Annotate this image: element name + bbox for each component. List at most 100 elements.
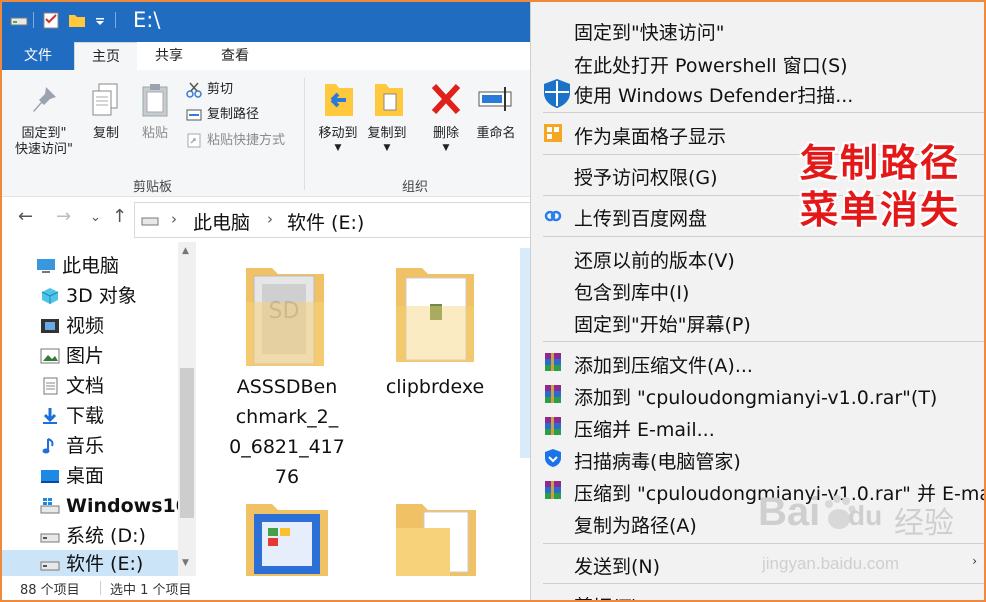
- nav-item-label: 文档: [66, 375, 105, 397]
- nav-item-downloads[interactable]: 下载: [40, 402, 104, 430]
- menu-item-open-powershell[interactable]: 在此处打开 Powershell 窗口(S): [531, 47, 984, 77]
- drive-icon: [40, 561, 60, 571]
- navigation-scrollbar[interactable]: ▲ ▼: [178, 242, 196, 576]
- nav-item-label: 桌面: [66, 465, 105, 487]
- folder-icon[interactable]: [394, 498, 478, 578]
- menu-item-label: 还原以前的版本(V): [574, 250, 735, 272]
- copy-to-dropdown-icon[interactable]: ▼: [377, 140, 397, 156]
- menu-item-label: 添加到压缩文件(A)...: [574, 355, 753, 377]
- breadcrumb-this-pc[interactable]: 此电脑: [193, 208, 250, 235]
- quick-access-dropdown-icon[interactable]: [94, 11, 106, 29]
- copy-path-button[interactable]: 复制路径: [207, 106, 259, 124]
- nav-item-windows10-drive[interactable]: Windows10: [40, 492, 189, 520]
- download-icon: [43, 408, 57, 424]
- nav-item-drive-d[interactable]: 系统 (D:): [40, 522, 146, 550]
- menu-item-label: 上传到百度网盘: [574, 208, 708, 230]
- menu-item-label: 固定到"开始"屏幕(P): [574, 314, 751, 336]
- rename-button[interactable]: 重命名: [470, 126, 522, 142]
- scroll-up-icon[interactable]: ▲: [182, 246, 189, 256]
- watermark-url: jingyan.baidu.com: [762, 554, 900, 573]
- menu-item-defender-scan[interactable]: 使用 Windows Defender扫描...: [531, 77, 984, 108]
- delete-dropdown-icon[interactable]: ▼: [436, 140, 456, 156]
- pin-quick-access-button[interactable]: 固定到" 快速访问": [8, 126, 80, 158]
- watermark-cn: 经验: [894, 506, 954, 541]
- nav-item-documents[interactable]: 文档: [40, 372, 104, 400]
- forward-arrow-icon[interactable]: →: [56, 206, 71, 227]
- paste-shortcut-button[interactable]: 粘贴快捷方式: [207, 132, 285, 150]
- properties-icon[interactable]: [42, 11, 60, 29]
- menu-separator: [543, 236, 984, 237]
- menu-item-label: 在此处打开 Powershell 窗口(S): [574, 55, 848, 77]
- copy-button[interactable]: 复制: [86, 126, 126, 142]
- tab-home[interactable]: 主页: [74, 42, 138, 71]
- tab-share[interactable]: 共享: [137, 42, 201, 70]
- scrollbar-thumb[interactable]: [180, 368, 194, 518]
- address-box[interactable]: › 此电脑 › 软件 (E:): [134, 202, 532, 238]
- nav-item-pictures[interactable]: 图片: [40, 342, 104, 370]
- menu-separator: [543, 112, 984, 113]
- file-name-line: 76: [274, 466, 300, 488]
- folder-with-document-icon[interactable]: [394, 262, 476, 366]
- nav-item-drive-e[interactable]: 软件 (E:): [2, 550, 178, 578]
- tab-file[interactable]: 文件: [2, 42, 74, 70]
- desktop-icon: [41, 470, 59, 483]
- back-arrow-icon[interactable]: ←: [18, 206, 33, 227]
- navigation-pane: 此电脑 3D 对象 视频 图片 文档 下载 音乐 桌面 Windows10 系统…: [2, 242, 189, 578]
- menu-item-cut[interactable]: 剪切(T): [531, 588, 984, 600]
- screenshot-frame: E:\ 文件 主页 共享 查看 固定到" 快速访问" 复制 粘贴 剪切 复制路径: [0, 0, 986, 602]
- winrar-icon: [545, 385, 561, 403]
- fences-icon: [544, 124, 562, 142]
- nav-item-3d-objects[interactable]: 3D 对象: [40, 282, 137, 310]
- file-name-assdbenchmark[interactable]: ASSSDBen chmark_2_ 0_6821_417 76: [216, 372, 358, 492]
- paste-button[interactable]: 粘贴: [135, 126, 175, 142]
- windows-drive-icon: [40, 498, 60, 514]
- menu-item-compress-email[interactable]: 压缩并 E-mail...: [531, 411, 984, 441]
- folder-with-app-icon[interactable]: [244, 498, 330, 578]
- nav-item-label: 音乐: [66, 435, 105, 457]
- breadcrumb-drive-e[interactable]: 软件 (E:): [287, 208, 364, 235]
- menu-item-include-library[interactable]: 包含到库中(I): [531, 274, 984, 304]
- nav-item-desktop[interactable]: 桌面: [40, 462, 104, 490]
- move-to-dropdown-icon[interactable]: ▼: [328, 140, 348, 156]
- pin-icon: [33, 87, 56, 112]
- menu-item-pin-quick-access[interactable]: 固定到"快速访问": [531, 14, 984, 44]
- winrar-icon: [545, 481, 561, 499]
- scroll-down-icon[interactable]: ▼: [182, 558, 189, 568]
- title-bar: E:\: [2, 2, 532, 40]
- file-name-clipbrdexe[interactable]: clipbrdexe: [370, 372, 500, 402]
- documents-icon: [43, 377, 58, 395]
- move-to-icon: [325, 84, 353, 116]
- nav-item-label: 系统 (D:): [66, 525, 146, 547]
- pictures-icon: [40, 348, 60, 364]
- nav-item-this-pc[interactable]: 此电脑: [36, 252, 119, 280]
- folder-with-document-icon[interactable]: SD: [244, 262, 326, 370]
- menu-item-add-to-rar[interactable]: 添加到 "cpuloudongmianyi-v1.0.rar"(T): [531, 379, 984, 409]
- nav-item-label: 此电脑: [62, 255, 120, 277]
- menu-item-label: 复制为路径(A): [574, 515, 697, 537]
- ribbon-home: 固定到" 快速访问" 复制 粘贴 剪切 复制路径 粘贴快捷方式 剪贴板 移动到 …: [2, 70, 532, 197]
- defender-shield-icon: [544, 79, 570, 108]
- up-arrow-icon[interactable]: ↑: [112, 206, 127, 227]
- menu-item-restore-versions[interactable]: 还原以前的版本(V): [531, 242, 984, 272]
- file-name-line: ASSSDBen: [236, 376, 338, 398]
- nav-item-label: 3D 对象: [66, 285, 137, 307]
- baidu-netdisk-icon: [544, 210, 562, 222]
- menu-item-label: 压缩并 E-mail...: [574, 419, 715, 441]
- breadcrumb-chevron-icon[interactable]: ›: [171, 210, 177, 228]
- watermark-brand-end: du: [848, 500, 883, 531]
- copy-path-icon: [186, 109, 202, 121]
- nav-item-videos[interactable]: 视频: [40, 312, 104, 340]
- tencent-shield-icon: [545, 449, 561, 467]
- tab-view[interactable]: 查看: [201, 42, 269, 70]
- menu-separator: [543, 341, 984, 342]
- menu-item-label: 固定到"快速访问": [574, 22, 725, 44]
- nav-item-music[interactable]: 音乐: [40, 432, 104, 460]
- cut-button[interactable]: 剪切: [207, 81, 233, 99]
- winrar-icon: [545, 417, 561, 435]
- recent-locations-icon[interactable]: ⌄: [90, 210, 101, 225]
- menu-item-pin-start[interactable]: 固定到"开始"屏幕(P): [531, 306, 984, 336]
- menu-item-add-archive[interactable]: 添加到压缩文件(A)...: [531, 347, 984, 377]
- new-folder-icon[interactable]: [68, 11, 86, 29]
- breadcrumb-chevron-icon[interactable]: ›: [267, 210, 273, 228]
- menu-item-virus-scan[interactable]: 扫描病毒(电脑管家): [531, 443, 984, 473]
